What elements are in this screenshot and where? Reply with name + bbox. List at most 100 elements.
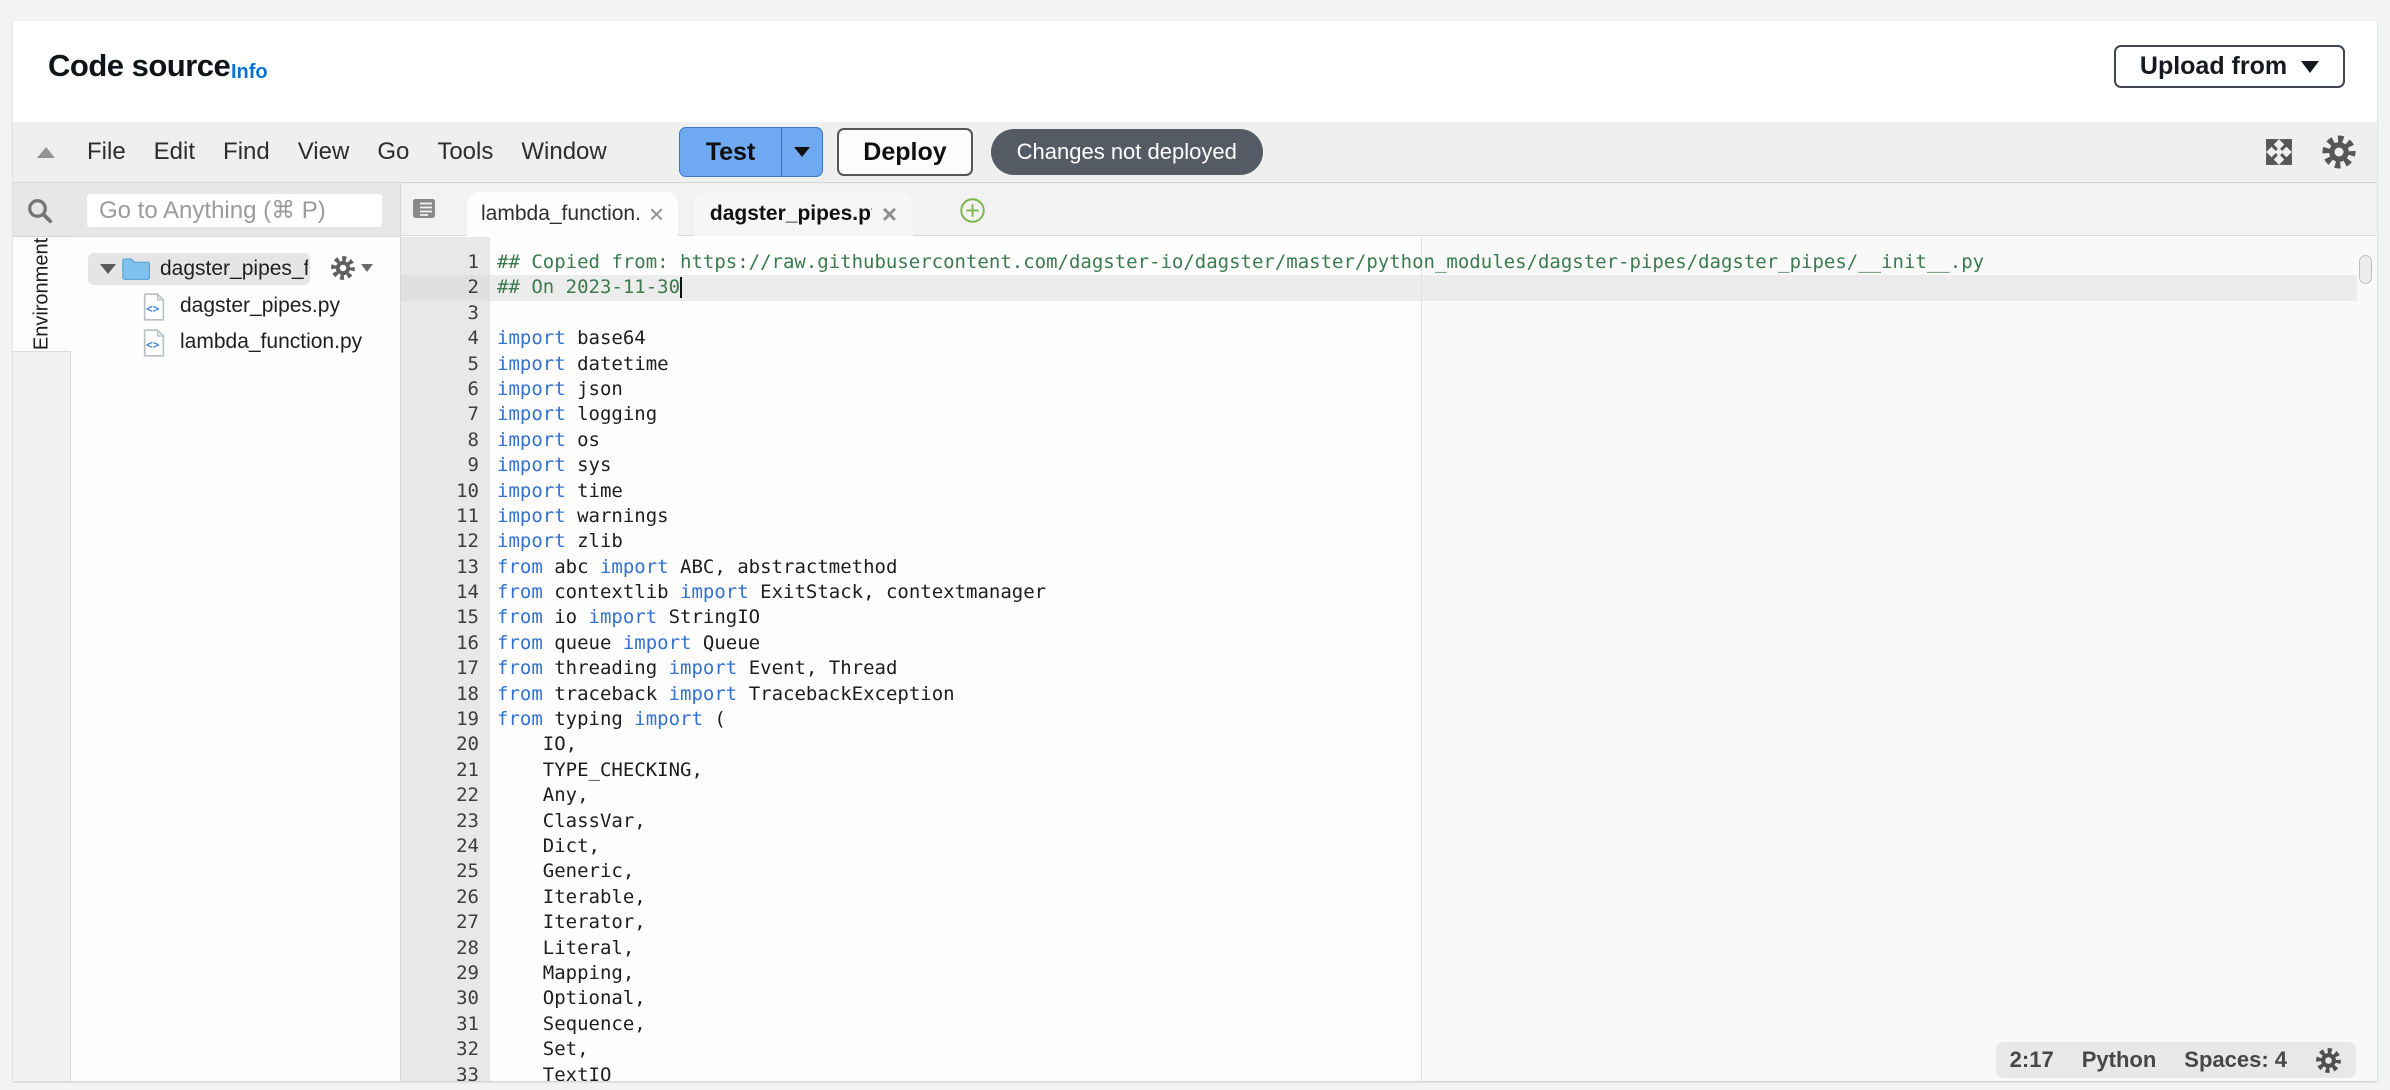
code-line-9[interactable]: import sys (490, 453, 2357, 478)
line-number[interactable]: 15 (401, 605, 490, 630)
line-number[interactable]: 28 (401, 936, 490, 961)
line-number[interactable]: 22 (401, 783, 490, 808)
line-number[interactable]: 7 (401, 402, 490, 427)
line-number[interactable]: 24 (401, 834, 490, 859)
tree-file-dagster_pipes.py[interactable]: <>dagster_pipes.py (71, 292, 400, 322)
tab-dagster_pipes.py[interactable]: dagster_pipes.py× (694, 192, 913, 236)
line-number[interactable]: 6 (401, 377, 490, 402)
code-line-17[interactable]: from threading import Event, Thread (490, 656, 2357, 681)
code-line-18[interactable]: from traceback import TracebackException (490, 682, 2357, 707)
line-number[interactable]: 20 (401, 732, 490, 757)
code-line-1[interactable]: ## Copied from: https://raw.githubuserco… (490, 250, 2357, 275)
line-number[interactable]: 13 (401, 555, 490, 580)
line-number-gutter[interactable]: 1234567891011121314151617181920212223242… (401, 237, 490, 1081)
code-line-14[interactable]: from contextlib import ExitStack, contex… (490, 580, 2357, 605)
menu-item-file[interactable]: File (87, 138, 126, 166)
tree-folder-row[interactable]: dagster_pipes_funct (71, 253, 400, 285)
code-line-27[interactable]: Iterator, (490, 910, 2357, 935)
vertical-scrollbar-thumb[interactable] (2359, 255, 2372, 284)
line-number[interactable]: 32 (401, 1037, 490, 1062)
code-line-8[interactable]: import os (490, 428, 2357, 453)
line-number[interactable]: 10 (401, 479, 490, 504)
environment-tab[interactable]: Environment (13, 237, 71, 352)
tree-expander-icon[interactable] (100, 264, 116, 274)
code-line-10[interactable]: import time (490, 479, 2357, 504)
line-number[interactable]: 14 (401, 580, 490, 605)
code-line-16[interactable]: from queue import Queue (490, 631, 2357, 656)
line-number[interactable]: 26 (401, 885, 490, 910)
line-number[interactable]: 21 (401, 758, 490, 783)
menu-item-window[interactable]: Window (521, 138, 606, 166)
line-number[interactable]: 12 (401, 529, 490, 554)
cursor-position[interactable]: 2:17 (2010, 1047, 2054, 1073)
tab-lambda_function[interactable]: lambda_function.× (467, 192, 678, 236)
code-content[interactable]: ## Copied from: https://raw.githubuserco… (490, 237, 2357, 1081)
code-line-29[interactable]: Mapping, (490, 961, 2357, 986)
indent-setting[interactable]: Spaces: 4 (2184, 1047, 2287, 1073)
code-line-26[interactable]: Iterable, (490, 885, 2357, 910)
menu-item-tools[interactable]: Tools (437, 138, 493, 166)
info-link[interactable]: Info (231, 61, 268, 84)
code-line-3[interactable] (490, 301, 2357, 326)
code-editor[interactable]: 1234567891011121314151617181920212223242… (401, 237, 2377, 1081)
code-line-20[interactable]: IO, (490, 732, 2357, 757)
code-line-22[interactable]: Any, (490, 783, 2357, 808)
code-line-6[interactable]: import json (490, 377, 2357, 402)
line-number[interactable]: 4 (401, 326, 490, 351)
line-number[interactable]: 16 (401, 631, 490, 656)
line-number[interactable]: 17 (401, 656, 490, 681)
editor-prefs-gear-icon[interactable] (2315, 1047, 2342, 1074)
line-number[interactable]: 25 (401, 859, 490, 884)
menu-item-view[interactable]: View (298, 138, 350, 166)
menu-item-edit[interactable]: Edit (154, 138, 195, 166)
line-number[interactable]: 1 (401, 250, 490, 275)
line-number[interactable]: 11 (401, 504, 490, 529)
tree-file-lambda_function.py[interactable]: <>lambda_function.py (71, 328, 400, 358)
test-button[interactable]: Test (679, 127, 824, 177)
code-line-11[interactable]: import warnings (490, 504, 2357, 529)
code-line-13[interactable]: from abc import ABC, abstractmethod (490, 555, 2357, 580)
code-line-12[interactable]: import zlib (490, 529, 2357, 554)
line-number[interactable]: 29 (401, 961, 490, 986)
code-line-23[interactable]: ClassVar, (490, 809, 2357, 834)
tab-list-icon[interactable] (412, 198, 436, 224)
line-number[interactable]: 19 (401, 707, 490, 732)
goto-anything-input[interactable] (87, 194, 382, 227)
upload-from-button[interactable]: Upload from (2114, 45, 2345, 88)
code-line-31[interactable]: Sequence, (490, 1012, 2357, 1037)
tab-close-icon[interactable]: × (882, 204, 897, 224)
code-line-7[interactable]: import logging (490, 402, 2357, 427)
code-line-25[interactable]: Generic, (490, 859, 2357, 884)
fullscreen-icon[interactable] (2263, 136, 2295, 168)
code-line-15[interactable]: from io import StringIO (490, 605, 2357, 630)
line-number[interactable]: 33 (401, 1063, 490, 1082)
line-number[interactable]: 18 (401, 682, 490, 707)
code-line-28[interactable]: Literal, (490, 936, 2357, 961)
new-tab-icon[interactable] (959, 197, 986, 229)
code-line-19[interactable]: from typing import ( (490, 707, 2357, 732)
collapse-editor-icon[interactable] (37, 147, 55, 158)
tree-settings-gear-icon[interactable] (330, 255, 373, 281)
line-number[interactable]: 2 (401, 275, 490, 300)
code-line-5[interactable]: import datetime (490, 352, 2357, 377)
code-line-24[interactable]: Dict, (490, 834, 2357, 859)
menu-item-find[interactable]: Find (223, 138, 270, 166)
test-dropdown[interactable] (781, 128, 822, 176)
deploy-button[interactable]: Deploy (837, 128, 972, 176)
tab-close-icon[interactable]: × (649, 204, 664, 224)
line-number[interactable]: 30 (401, 986, 490, 1011)
language-mode[interactable]: Python (2082, 1047, 2157, 1073)
menu-item-go[interactable]: Go (377, 138, 409, 166)
settings-gear-icon[interactable] (2321, 134, 2357, 170)
line-number[interactable]: 8 (401, 428, 490, 453)
line-number[interactable]: 9 (401, 453, 490, 478)
test-button-label[interactable]: Test (680, 128, 782, 176)
code-line-2[interactable]: ## On 2023-11-30 (490, 275, 2357, 300)
code-line-4[interactable]: import base64 (490, 326, 2357, 351)
line-number[interactable]: 3 (401, 301, 490, 326)
code-line-30[interactable]: Optional, (490, 986, 2357, 1011)
line-number[interactable]: 5 (401, 352, 490, 377)
line-number[interactable]: 31 (401, 1012, 490, 1037)
line-number[interactable]: 27 (401, 910, 490, 935)
line-number[interactable]: 23 (401, 809, 490, 834)
